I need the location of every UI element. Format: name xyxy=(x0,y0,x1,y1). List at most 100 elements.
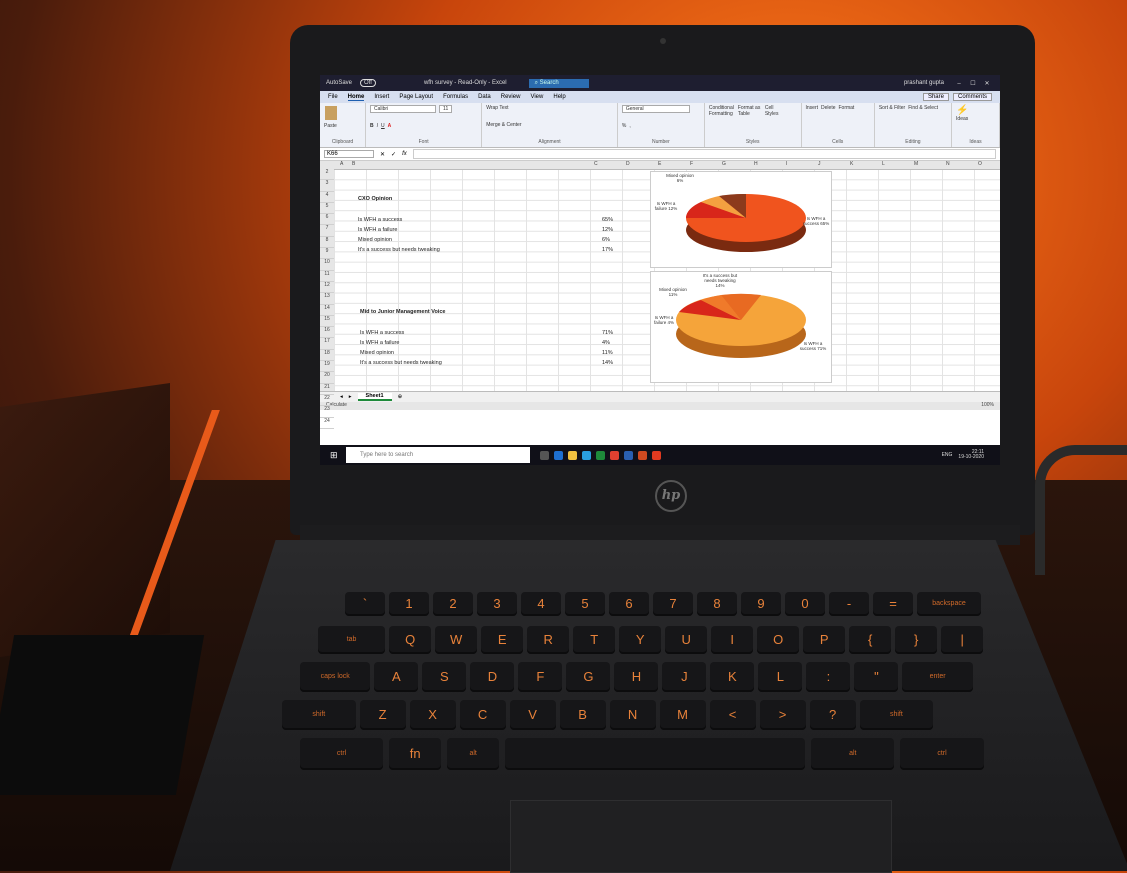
key[interactable]: 2 xyxy=(433,592,473,616)
mid-pie-chart[interactable]: It's a success but needs tweaking 14% Mi… xyxy=(650,271,832,383)
key[interactable]: caps lock xyxy=(300,662,371,692)
key[interactable]: 5 xyxy=(565,592,605,616)
row-number[interactable]: 2 xyxy=(320,169,334,181)
edge-icon[interactable] xyxy=(582,450,591,460)
cxo-value-2[interactable]: 12% xyxy=(602,227,613,233)
key[interactable]: Y xyxy=(619,626,662,654)
office-icon[interactable] xyxy=(652,450,661,460)
prev-sheet-icon[interactable]: ◂ xyxy=(340,394,343,400)
maximize-icon[interactable]: ☐ xyxy=(966,80,980,87)
tab-review[interactable]: Review xyxy=(501,94,521,100)
sheet-tab[interactable]: Sheet1 xyxy=(357,393,392,401)
key[interactable]: C xyxy=(459,700,506,730)
key[interactable]: W xyxy=(435,626,478,654)
column-header[interactable]: J xyxy=(818,161,821,167)
key[interactable]: shift xyxy=(282,700,356,730)
column-header[interactable]: F xyxy=(690,161,693,167)
next-sheet-icon[interactable]: ▸ xyxy=(349,394,352,400)
key[interactable]: < xyxy=(709,700,756,730)
column-header[interactable]: G xyxy=(722,161,726,167)
comma-icon[interactable]: , xyxy=(629,123,630,129)
key[interactable]: ctrl xyxy=(900,738,984,770)
mid-value-3[interactable]: 11% xyxy=(602,350,613,356)
bold-icon[interactable]: B xyxy=(370,123,374,129)
minimize-icon[interactable]: – xyxy=(952,81,966,87)
row-number[interactable]: 7 xyxy=(320,225,334,237)
powerpoint-icon[interactable] xyxy=(638,450,647,460)
row-number[interactable]: 4 xyxy=(320,192,334,203)
mid-value-2[interactable]: 4% xyxy=(602,340,610,346)
format-cells-button[interactable]: Format xyxy=(838,105,854,111)
key[interactable]: Q xyxy=(389,626,432,654)
zoom-level[interactable]: 100% xyxy=(981,402,994,408)
cell-styles-button[interactable]: Cell Styles xyxy=(765,105,783,117)
mid-value-1[interactable]: 71% xyxy=(602,330,613,336)
key[interactable]: T xyxy=(573,626,616,654)
key[interactable]: I xyxy=(711,626,754,654)
row-number[interactable]: 23 xyxy=(320,406,334,418)
key[interactable]: X xyxy=(409,700,456,730)
name-box[interactable]: K66 xyxy=(324,150,374,158)
autosave-toggle[interactable]: Off xyxy=(360,79,376,87)
row-number[interactable]: 6 xyxy=(320,214,334,226)
cxo-value-4[interactable]: 17% xyxy=(602,247,613,253)
key[interactable]: 9 xyxy=(741,592,781,616)
column-header[interactable]: K xyxy=(850,161,853,167)
font-color-icon[interactable]: A xyxy=(388,123,392,129)
tab-page-layout[interactable]: Page Layout xyxy=(399,94,433,100)
key[interactable]: J xyxy=(662,662,707,692)
confirm-icon[interactable]: ✓ xyxy=(391,151,396,158)
key[interactable]: 7 xyxy=(653,592,693,616)
mid-title[interactable]: Mid to Junior Management Voice xyxy=(360,309,445,315)
column-header[interactable]: H xyxy=(754,161,758,167)
column-header[interactable]: D xyxy=(626,161,630,167)
tab-formulas[interactable]: Formulas xyxy=(443,94,468,100)
row-number[interactable]: 17 xyxy=(320,338,334,350)
find-select-button[interactable]: Find & Select xyxy=(908,105,938,111)
row-number[interactable]: 8 xyxy=(320,237,334,249)
row-number[interactable]: 24 xyxy=(320,418,334,429)
key[interactable]: alt xyxy=(447,738,500,770)
key[interactable]: : xyxy=(806,662,851,692)
cxo-value-3[interactable]: 6% xyxy=(602,237,610,243)
key[interactable]: { xyxy=(849,626,892,654)
key[interactable]: " xyxy=(854,662,899,692)
font-name-select[interactable]: Calibri xyxy=(370,105,437,113)
italic-icon[interactable]: I xyxy=(377,123,378,129)
column-header[interactable]: I xyxy=(786,161,787,167)
mail-icon[interactable] xyxy=(554,450,563,460)
column-header[interactable]: E xyxy=(658,161,661,167)
cancel-icon[interactable]: ✕ xyxy=(380,151,385,158)
key[interactable]: 3 xyxy=(477,592,517,616)
key[interactable]: Z xyxy=(359,700,406,730)
search-box[interactable]: ⌕ Search xyxy=(528,78,589,88)
underline-icon[interactable]: U xyxy=(381,123,385,129)
ideas-button[interactable]: Ideas xyxy=(956,116,995,122)
task-view-icon[interactable] xyxy=(540,450,549,460)
cxo-label-4[interactable]: It's a success but needs tweaking xyxy=(358,247,440,253)
key[interactable]: R xyxy=(527,626,570,654)
key[interactable]: enter xyxy=(902,662,973,692)
mid-value-4[interactable]: 14% xyxy=(602,360,613,366)
comments-button[interactable]: Comments xyxy=(952,93,992,101)
format-as-table-button[interactable]: Format as Table xyxy=(738,105,762,117)
key[interactable]: L xyxy=(758,662,803,692)
number-format-select[interactable]: General xyxy=(621,105,690,113)
row-number[interactable]: 13 xyxy=(320,293,334,305)
key[interactable]: fn xyxy=(389,738,442,770)
language-indicator[interactable]: ENG xyxy=(942,452,959,458)
row-number[interactable]: 9 xyxy=(320,248,334,260)
key[interactable]: V xyxy=(509,700,556,730)
column-header[interactable]: N xyxy=(946,161,950,167)
cxo-label-1[interactable]: Is WFH a success xyxy=(358,217,402,223)
close-icon[interactable]: ✕ xyxy=(980,80,994,87)
key[interactable]: ? xyxy=(809,700,856,730)
key[interactable]: O xyxy=(757,626,800,654)
key[interactable]: alt xyxy=(811,738,895,770)
mid-label-1[interactable]: Is WFH a success xyxy=(360,330,404,336)
key[interactable]: M xyxy=(659,700,706,730)
row-number[interactable]: 3 xyxy=(320,180,334,192)
column-header[interactable]: A xyxy=(340,161,343,167)
tab-file[interactable]: File xyxy=(328,94,338,100)
column-header[interactable]: O xyxy=(978,161,982,167)
